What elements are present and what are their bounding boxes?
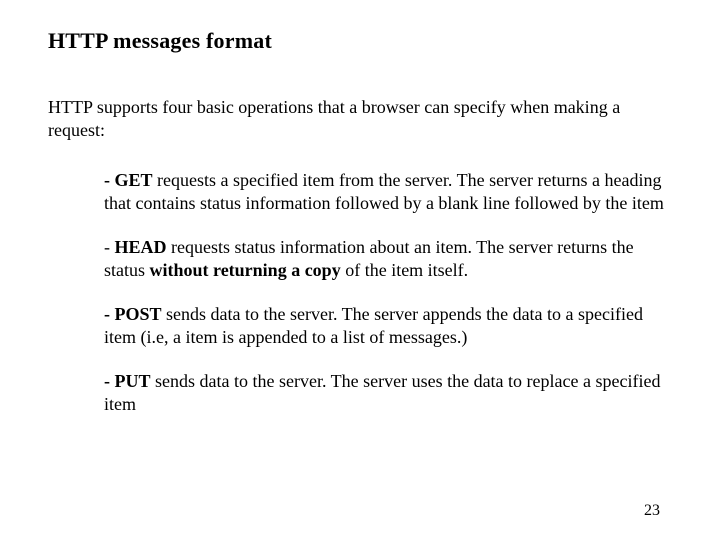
operation-put: - PUT sends data to the server. The serv… — [104, 370, 672, 415]
operation-head: - HEAD requests status information about… — [104, 236, 672, 281]
operation-post: - POST sends data to the server. The ser… — [104, 303, 672, 348]
operation-head-emph: without returning a copy — [150, 260, 341, 280]
operation-head-prefix: - — [104, 237, 115, 257]
operation-get-lead: - GET — [104, 170, 153, 190]
page-number: 23 — [644, 502, 660, 520]
operation-get: - GET requests a specified item from the… — [104, 169, 672, 214]
operation-post-lead: - POST — [104, 304, 162, 324]
operation-head-tail: of the item itself. — [341, 260, 468, 280]
slide: HTTP messages format HTTP supports four … — [0, 0, 720, 540]
operation-put-lead: - PUT — [104, 371, 151, 391]
operation-head-lead: HEAD — [115, 237, 167, 257]
operation-put-text: sends data to the server. The server use… — [104, 371, 660, 414]
intro-paragraph: HTTP supports four basic operations that… — [48, 96, 672, 141]
slide-title: HTTP messages format — [48, 28, 672, 54]
operation-post-text: sends data to the server. The server app… — [104, 304, 643, 347]
operations-list: - GET requests a specified item from the… — [48, 169, 672, 415]
operation-get-text: requests a specified item from the serve… — [104, 170, 664, 213]
